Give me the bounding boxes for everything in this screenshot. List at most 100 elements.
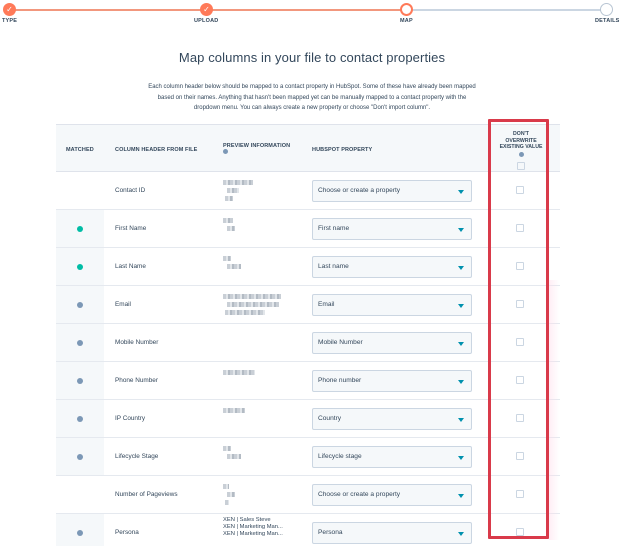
redacted-preview-value xyxy=(223,446,231,451)
matched-cell xyxy=(56,286,104,323)
caret-down-icon[interactable] xyxy=(458,456,464,460)
unmatched-status-icon xyxy=(77,416,83,422)
redacted-preview-value xyxy=(223,218,233,223)
preview-information xyxy=(223,446,293,462)
hubspot-property-dropdown[interactable]: Choose or create a property xyxy=(312,484,472,506)
caret-down-icon[interactable] xyxy=(458,266,464,270)
caret-down-icon[interactable] xyxy=(458,532,464,536)
matched-cell xyxy=(56,324,104,361)
hubspot-property-dropdown[interactable]: Mobile Number xyxy=(312,332,472,354)
redacted-preview-value xyxy=(223,484,229,489)
dropdown-selected-value: Country xyxy=(318,415,342,422)
step-type-label: TYPE xyxy=(2,18,18,24)
table-row: First Name First name xyxy=(56,210,560,248)
preview-information xyxy=(223,256,293,272)
table-row: Persona XEN | Sales Steve XEN | Marketing … xyxy=(56,514,560,546)
matched-cell xyxy=(56,400,104,437)
redacted-preview-value xyxy=(225,196,233,201)
progress-stepper: ✓ TYPE ✓ UPLOAD MAP DETAILS xyxy=(0,0,624,30)
dropdown-selected-value: Choose or create a property xyxy=(318,187,401,194)
column-header-name: Number of Pageviews xyxy=(115,491,178,498)
stepper-line-remaining xyxy=(407,9,606,11)
column-header-name: Contact ID xyxy=(115,187,146,194)
hubspot-property-dropdown[interactable]: Last name xyxy=(312,256,472,278)
table-row: Contact ID Choose or create a property xyxy=(56,172,560,210)
table-row: Email Email xyxy=(56,286,560,324)
column-header-name: First Name xyxy=(115,225,147,232)
caret-down-icon[interactable] xyxy=(458,304,464,308)
hubspot-property-dropdown[interactable]: Phone number xyxy=(312,370,472,392)
redacted-preview-value xyxy=(225,500,229,505)
preview-information: XEN | Sales Steve XEN | Marketing Man... X… xyxy=(223,517,293,539)
redacted-preview-value xyxy=(223,408,245,413)
caret-down-icon[interactable] xyxy=(458,494,464,498)
hubspot-property-dropdown[interactable]: Email xyxy=(312,294,472,316)
matched-cell xyxy=(56,438,104,475)
matched-status-icon xyxy=(77,264,83,270)
dropdown-selected-value: Last name xyxy=(318,263,349,270)
redacted-preview-value xyxy=(227,492,235,497)
column-header-name: Last Name xyxy=(115,263,146,270)
preview-information xyxy=(223,180,293,204)
hubspot-property-dropdown[interactable]: Lifecycle stage xyxy=(312,446,472,468)
dropdown-selected-value: Phone number xyxy=(318,377,362,384)
matched-cell xyxy=(56,248,104,285)
step-map-current-icon xyxy=(400,3,413,16)
unmatched-status-icon xyxy=(77,302,83,308)
caret-down-icon[interactable] xyxy=(458,342,464,346)
preview-information xyxy=(223,218,293,234)
unmatched-status-icon xyxy=(77,378,83,384)
caret-down-icon[interactable] xyxy=(458,418,464,422)
column-header-name: Phone Number xyxy=(115,377,158,384)
redacted-preview-value xyxy=(227,188,239,193)
table-row: Phone Number Phone number xyxy=(56,362,560,400)
preview-information xyxy=(223,484,293,508)
step-map-label: MAP xyxy=(400,18,413,24)
highlight-glow xyxy=(549,280,559,540)
dont-overwrite-highlight-box xyxy=(488,119,549,539)
caret-down-icon[interactable] xyxy=(458,228,464,232)
matched-cell xyxy=(56,514,104,546)
matched-status-icon xyxy=(77,226,83,232)
step-upload-check-icon[interactable]: ✓ xyxy=(200,3,213,16)
mapping-description: Each column header below should be mappe… xyxy=(124,82,500,114)
unmatched-status-icon xyxy=(77,530,83,536)
hubspot-property-dropdown[interactable]: Persona xyxy=(312,522,472,544)
header-hubspot-property: HUBSPOT PROPERTY xyxy=(312,147,373,153)
redacted-preview-value xyxy=(223,370,255,375)
dropdown-selected-value: Lifecycle stage xyxy=(318,453,362,460)
unmatched-status-icon xyxy=(77,454,83,460)
description-line: dropdown menu. You can always create a n… xyxy=(193,105,431,111)
preview-information xyxy=(223,294,293,318)
table-row: Last Name Last name xyxy=(56,248,560,286)
column-header-name: Email xyxy=(115,301,131,308)
info-icon[interactable] xyxy=(223,149,228,154)
step-upload-label: UPLOAD xyxy=(194,18,219,24)
dropdown-selected-value: Email xyxy=(318,301,335,308)
matched-cell xyxy=(56,476,104,513)
step-details-label: DETAILS xyxy=(595,18,620,24)
caret-down-icon[interactable] xyxy=(458,380,464,384)
step-type-check-icon[interactable]: ✓ xyxy=(3,3,16,16)
column-header-name: Mobile Number xyxy=(115,339,159,346)
table-row: Mobile Number Mobile Number xyxy=(56,324,560,362)
hubspot-property-dropdown[interactable]: First name xyxy=(312,218,472,240)
dropdown-selected-value: Choose or create a property xyxy=(318,491,401,498)
table-row: Lifecycle Stage Lifecycle stage xyxy=(56,438,560,476)
header-preview-label: PREVIEW INFORMATION xyxy=(223,143,291,149)
hubspot-property-dropdown[interactable]: Country xyxy=(312,408,472,430)
preview-information xyxy=(223,408,293,416)
redacted-preview-value xyxy=(223,180,253,185)
matched-cell xyxy=(56,210,104,247)
dropdown-selected-value: First name xyxy=(318,225,350,232)
unmatched-status-icon xyxy=(77,340,83,346)
table-row: Number of Pageviews Choose or create a pr… xyxy=(56,476,560,514)
matched-cell xyxy=(56,172,104,209)
column-header-name: IP Country xyxy=(115,415,146,422)
description-line: Each column header below should be mappe… xyxy=(148,84,476,90)
redacted-preview-value xyxy=(227,226,235,231)
caret-down-icon[interactable] xyxy=(458,190,464,194)
header-column-from-file: COLUMN HEADER FROM FILE xyxy=(115,147,198,153)
preview-value: XEN | Sales Steve xyxy=(223,517,271,523)
hubspot-property-dropdown[interactable]: Choose or create a property xyxy=(312,180,472,202)
